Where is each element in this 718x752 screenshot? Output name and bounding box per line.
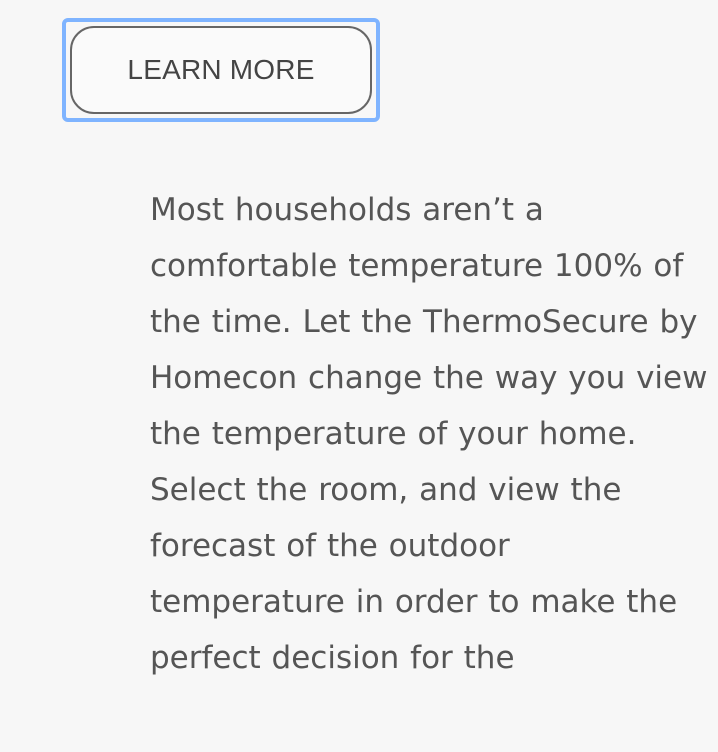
learn-more-button[interactable]: LEARN MORE — [70, 26, 372, 114]
product-description: Most households aren’t a comfortable tem… — [150, 192, 708, 676]
page: { "cta": { "label": "LEARN MORE" }, "con… — [0, 0, 718, 752]
